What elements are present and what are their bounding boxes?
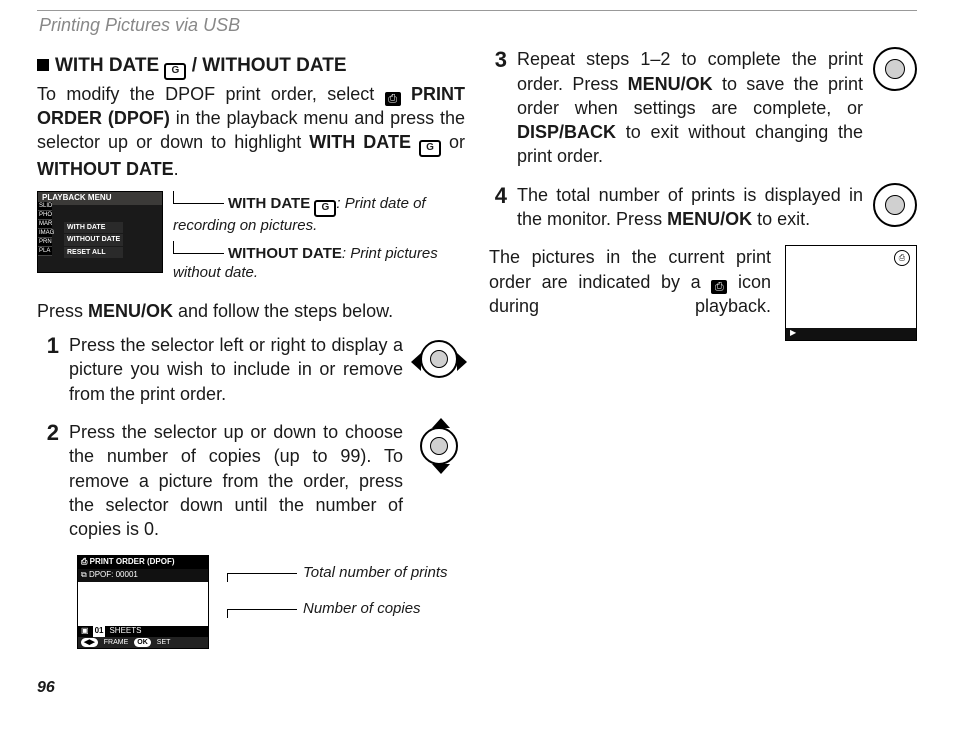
leader-line-icon bbox=[173, 191, 224, 204]
lcd2-bar-top-label: PRINT ORDER (DPOF) bbox=[90, 557, 175, 566]
pmo-seg1: Press bbox=[37, 301, 88, 321]
side-item: MAR bbox=[38, 220, 52, 229]
step-4-text: The total number of prints is displayed … bbox=[517, 183, 863, 232]
step-number: 2 bbox=[41, 418, 59, 448]
running-head: Printing Pictures via USB bbox=[39, 13, 917, 37]
step-1-text: Press the selector left or right to disp… bbox=[69, 333, 403, 406]
intro-bold3: WITHOUT DATE bbox=[37, 159, 174, 179]
intro-seg7: . bbox=[174, 159, 179, 179]
intro-seg1: To modify the DPOF print order, select bbox=[37, 84, 385, 104]
selector-up-down-icon bbox=[413, 424, 465, 468]
submenu-opt: WITH DATE bbox=[64, 222, 123, 233]
step-number: 1 bbox=[41, 331, 59, 361]
right-column: 3 Repeat steps 1–2 to complete the print… bbox=[489, 47, 917, 653]
lcd2-bar-sub: ⧉ DPOF: 00001 bbox=[78, 569, 208, 582]
leader-line-icon bbox=[227, 609, 297, 610]
heading-with: WITH DATE bbox=[55, 55, 164, 76]
page: Printing Pictures via USB WITH DATE G / … bbox=[37, 10, 917, 699]
lcd2-sheets-label: SHEETS bbox=[109, 626, 141, 637]
lcd1-submenu: WITH DATE WITHOUT DATE RESET ALL bbox=[64, 222, 123, 259]
lcd2-frame: FRAME bbox=[104, 638, 129, 647]
lcd-playback-indicator: ⎙ ▶ bbox=[785, 245, 917, 341]
lcd2-footer: ◀▶FRAMEOKSET bbox=[78, 637, 208, 648]
step-2-text: Press the selector up or down to choose … bbox=[69, 420, 403, 541]
print-icon: ⎙ bbox=[385, 92, 401, 106]
intro-paragraph: To modify the DPOF print order, select ⎙… bbox=[37, 82, 465, 181]
selector-dial-icon bbox=[873, 183, 917, 227]
callout-total: Total number of prints bbox=[303, 555, 448, 591]
step-2: 2 Press the selector up or down to choos… bbox=[41, 420, 465, 541]
step-number: 4 bbox=[489, 181, 507, 232]
callout-copies: Number of copies bbox=[303, 591, 421, 627]
submenu-opt: WITHOUT DATE bbox=[64, 234, 123, 245]
selector-left-right-icon bbox=[413, 337, 465, 381]
lcd-playback-menu: PLAYBACK MENU SLID PHO MAR IMAG PRN PLA … bbox=[37, 191, 163, 273]
figure1-callouts: WITH DATE G: Print date of recording on … bbox=[173, 191, 465, 289]
figure2-callouts: Total number of prints Number of copies bbox=[227, 555, 448, 627]
figure-dpof-order: ⎙ PRINT ORDER (DPOF) ⧉ DPOF: 00001 ▣01SH… bbox=[77, 555, 465, 649]
intro-bold2: WITH DATE bbox=[309, 132, 419, 152]
press-menuok-line: Press MENU/OK and follow the steps below… bbox=[37, 299, 465, 323]
date-stamp-icon: G bbox=[314, 200, 336, 217]
square-bullet-icon bbox=[37, 59, 49, 71]
step-3-text: Repeat steps 1–2 to complete the print o… bbox=[517, 47, 863, 168]
figure-playback-menu: PLAYBACK MENU SLID PHO MAR IMAG PRN PLA … bbox=[37, 191, 465, 289]
selector-dial-icon bbox=[873, 47, 917, 91]
step-3: 3 Repeat steps 1–2 to complete the print… bbox=[489, 47, 917, 168]
date-stamp-icon: G bbox=[419, 140, 441, 157]
section-heading: WITH DATE G / WITHOUT DATE bbox=[37, 53, 465, 79]
step-number: 3 bbox=[489, 45, 507, 168]
intro-seg5: or bbox=[441, 132, 465, 152]
page-number: 96 bbox=[37, 677, 917, 699]
lcd2-bar-top: ⎙ PRINT ORDER (DPOF) bbox=[78, 556, 208, 569]
callout-withoutdate-label: WITHOUT DATE bbox=[228, 245, 342, 262]
step-1: 1 Press the selector left or right to di… bbox=[41, 333, 465, 406]
side-item: PLA bbox=[38, 247, 52, 256]
submenu-opt: RESET ALL bbox=[64, 247, 123, 258]
playback-note-text: The pictures in the current print order … bbox=[489, 245, 771, 318]
lcd1-side-labels: SLID PHO MAR IMAG PRN PLA bbox=[38, 202, 52, 257]
lcd2-sheets-num: 01 bbox=[93, 626, 106, 637]
playback-indicator-note: The pictures in the current print order … bbox=[489, 245, 917, 341]
heading-slash: / WITHOUT DATE bbox=[186, 55, 346, 76]
pmo-seg3: and follow the steps below. bbox=[173, 301, 393, 321]
pmo-bold: MENU/OK bbox=[88, 301, 173, 321]
side-item: PRN bbox=[38, 238, 52, 247]
step-4: 4 The total number of prints is displaye… bbox=[489, 183, 917, 232]
side-item: SLID bbox=[38, 202, 52, 211]
print-icon: ⎙ bbox=[711, 280, 727, 294]
lcd1-title: PLAYBACK MENU bbox=[38, 192, 162, 205]
date-stamp-icon: G bbox=[164, 63, 186, 80]
side-item: PHO bbox=[38, 211, 52, 220]
left-column: WITH DATE G / WITHOUT DATE To modify the… bbox=[37, 47, 465, 653]
lcd2-set: SET bbox=[157, 638, 171, 647]
lcd2-sheets-row: ▣01SHEETS bbox=[78, 626, 208, 637]
leader-line-icon bbox=[173, 241, 224, 254]
lcd-dpof: ⎙ PRINT ORDER (DPOF) ⧉ DPOF: 00001 ▣01SH… bbox=[77, 555, 209, 649]
side-item: IMAG bbox=[38, 229, 52, 238]
lcd3-foot: ▶ bbox=[786, 328, 916, 340]
leader-line-icon bbox=[227, 573, 297, 574]
callout-withdate-label: WITH DATE bbox=[228, 195, 314, 212]
lcd2-bar-sub-label: DPOF: 00001 bbox=[89, 570, 138, 579]
